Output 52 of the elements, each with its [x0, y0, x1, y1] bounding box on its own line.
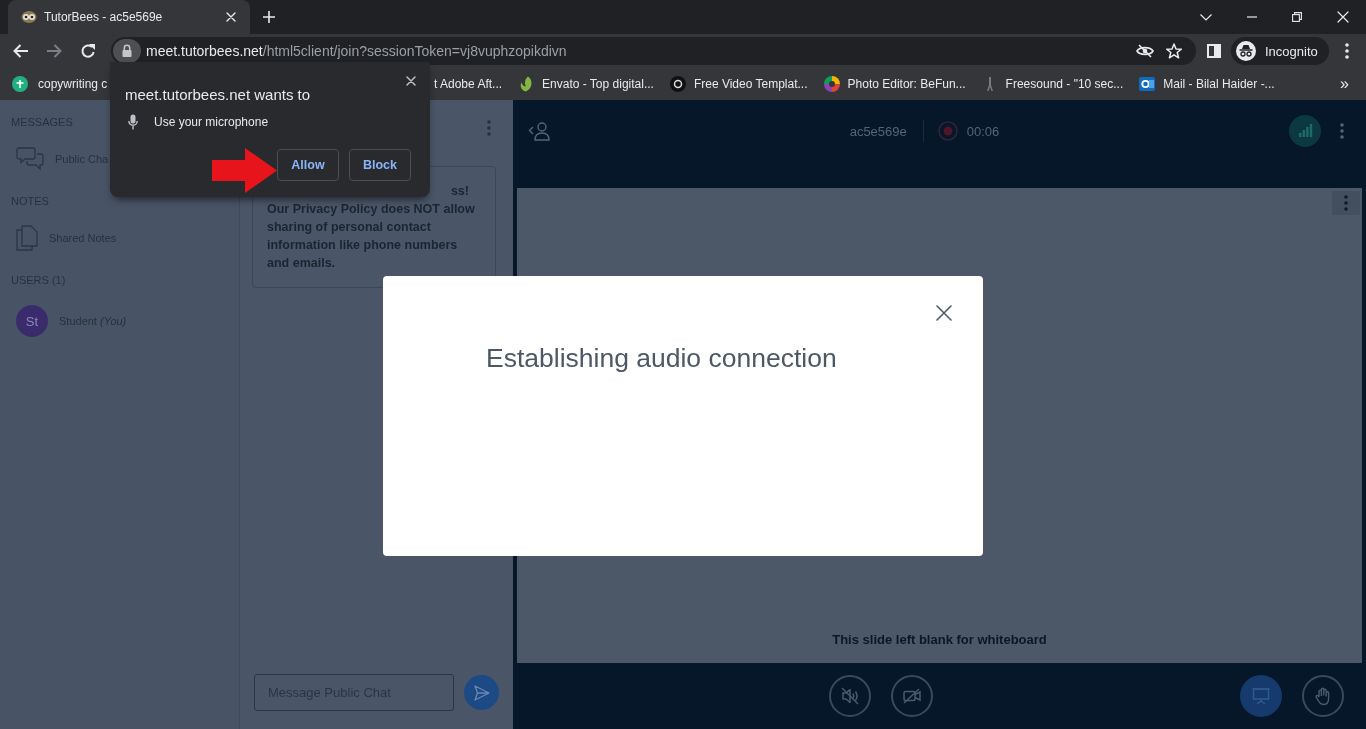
plus-disc-icon	[12, 76, 28, 92]
prompt-title: meet.tutorbees.net wants to	[125, 86, 311, 104]
close-icon[interactable]	[406, 76, 416, 86]
recording-timer: 00:06	[966, 123, 1000, 139]
meeting-name: ac5e569e	[849, 123, 907, 139]
documents-icon	[16, 225, 38, 251]
plus-icon[interactable]	[263, 11, 275, 23]
microphone-icon	[128, 114, 138, 130]
prompt-button[interactable]: Allow	[277, 149, 339, 181]
close-icon[interactable]	[936, 305, 952, 321]
bookmark-link[interactable]: copywriting c	[12, 76, 108, 92]
screen-icon	[1251, 686, 1271, 706]
bookmark-link[interactable]: Freesound - "10 sec...	[981, 76, 1124, 92]
user-avatar: St	[16, 305, 48, 337]
side-panel-icon[interactable]	[1207, 44, 1221, 58]
eye-slash-icon[interactable]	[1136, 44, 1154, 58]
bookmark-link[interactable]: Mail - Bilal Haider -...	[1139, 76, 1275, 92]
raise-hand-button[interactable]	[1302, 675, 1344, 717]
profile-button[interactable]: Incognito	[1231, 37, 1329, 65]
browser-tab[interactable]: TutorBees - ac5e569e	[8, 0, 250, 34]
mail-tile-icon	[1139, 76, 1156, 92]
signal-bars-icon[interactable]	[1289, 115, 1321, 147]
speaker-muted-icon	[840, 686, 860, 706]
incognito-icon	[1236, 41, 1256, 61]
bookmark-link[interactable]: Envato - Top digital...	[518, 76, 654, 92]
send-icon	[473, 684, 490, 701]
lock-icon[interactable]	[113, 39, 141, 63]
chevron-down-icon[interactable]	[1200, 13, 1212, 21]
more-icon[interactable]	[1344, 43, 1349, 59]
slide-caption: This slide left blank for whiteboard	[832, 632, 1047, 647]
goggle-face-icon	[21, 10, 37, 24]
permission-text: Use your microphone	[154, 115, 269, 129]
prompt-button[interactable]: Block	[349, 149, 411, 181]
annotation-arrow-icon	[212, 148, 277, 193]
star-icon[interactable]	[1166, 43, 1182, 59]
restore-icon[interactable]	[1292, 12, 1302, 22]
chat-bubbles-icon	[16, 146, 44, 172]
ring-disc-icon	[669, 76, 686, 92]
back-arrow-icon[interactable]	[13, 44, 29, 58]
camera-off-icon	[902, 686, 922, 706]
modal-message: Establishing audio connection	[486, 342, 837, 374]
pinwheel-icon	[823, 76, 840, 92]
bookmark-link[interactable]: t Adobe Aft...	[434, 77, 503, 91]
video-button[interactable]	[891, 675, 933, 717]
person-chevron-icon[interactable]	[528, 121, 550, 141]
bookmark-link[interactable]: Free Video Templat...	[669, 76, 808, 92]
address-bar[interactable]: meet.tutorbees.net/html5client/join?sessionToken=vj8vuphzopikdivn	[111, 37, 1196, 65]
bookmarks-overflow[interactable]: »	[1340, 75, 1366, 93]
reload-icon[interactable]	[80, 43, 96, 59]
more-icon	[1344, 195, 1348, 211]
presentation-button[interactable]	[1240, 675, 1282, 717]
bookmark-link[interactable]: Photo Editor: BeFun...	[823, 76, 966, 92]
